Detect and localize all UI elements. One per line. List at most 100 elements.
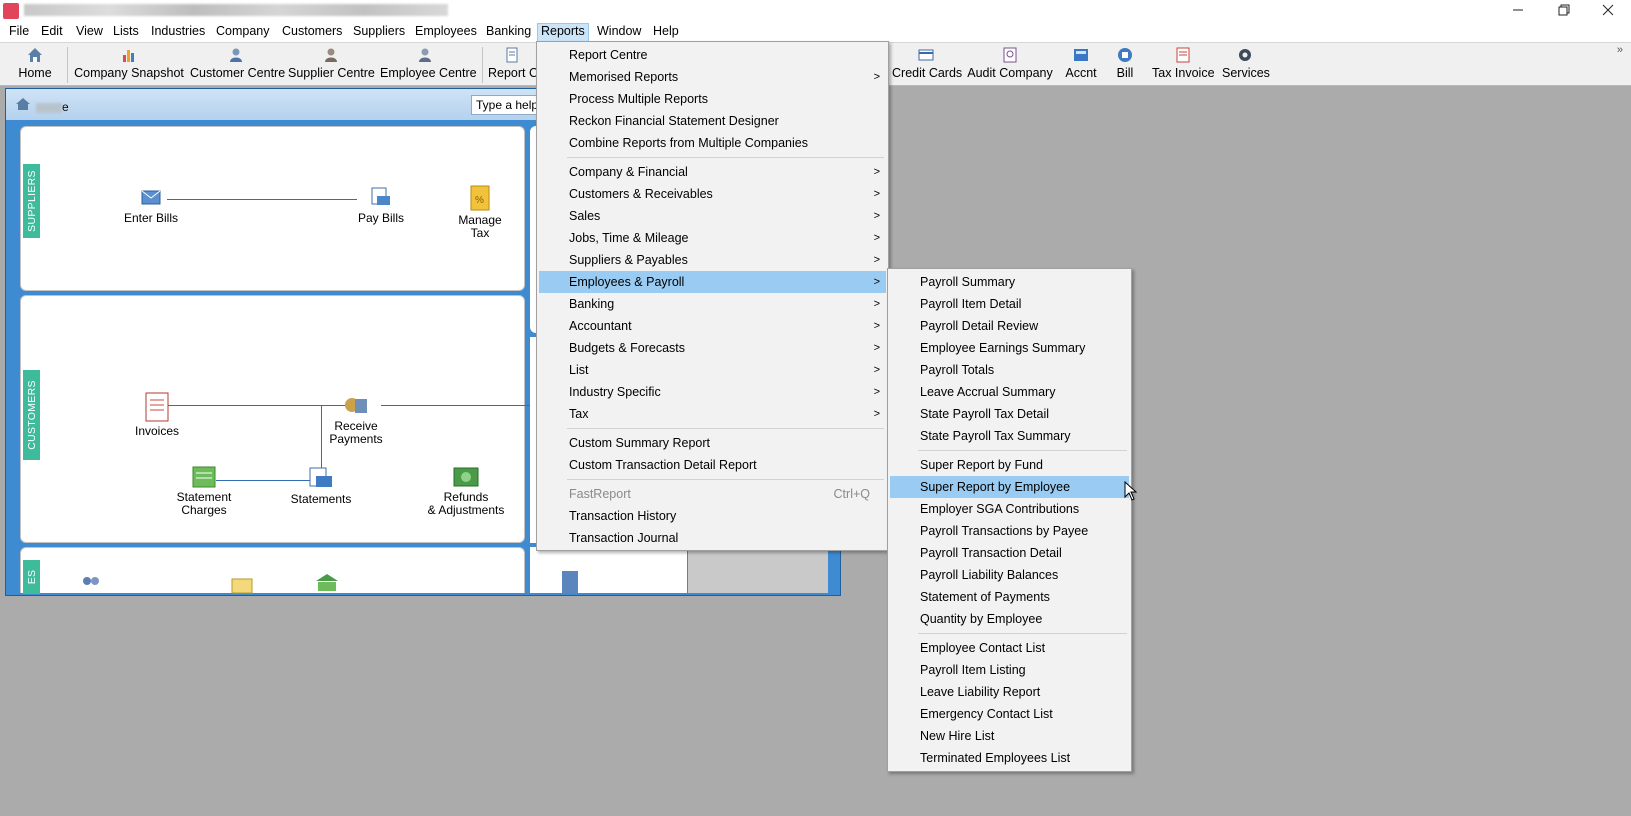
menu-suppliers[interactable]: Suppliers [350, 23, 408, 42]
submenu-item-super-report-by-employee[interactable]: Super Report by Employee [890, 476, 1129, 498]
manage-tax-node[interactable]: % Manage Tax [455, 185, 505, 240]
submenu-arrow-icon: > [873, 320, 880, 332]
menu-item-jobs-time-mileage[interactable]: Jobs, Time & Mileage > [539, 227, 886, 249]
menu-edit[interactable]: Edit [38, 23, 66, 42]
pay-bills-node[interactable]: Pay Bills [354, 185, 408, 225]
menu-employees[interactable]: Employees [412, 23, 480, 42]
timesheet-icon[interactable] [231, 576, 253, 594]
menu-item-tax[interactable]: Tax > [539, 403, 886, 425]
employee-icon[interactable] [79, 574, 103, 592]
menu-item-employees-payroll[interactable]: Employees & Payroll > [539, 271, 886, 293]
toolbar-audit-company-button[interactable]: Audit Company [966, 45, 1054, 85]
submenu-item-payroll-totals[interactable]: Payroll Totals [890, 359, 1129, 381]
invoices-node[interactable]: Invoices [127, 392, 187, 438]
submenu-item-payroll-transaction-detail[interactable]: Payroll Transaction Detail [890, 542, 1129, 564]
toolbar-supplier-centre-button[interactable]: Supplier Centre [288, 45, 375, 85]
menu-banking[interactable]: Banking [483, 23, 534, 42]
submenu-arrow-icon: > [873, 386, 880, 398]
toolbar-company-snapshot-button[interactable]: Company Snapshot [74, 45, 184, 85]
submenu-item-payroll-summary[interactable]: Payroll Summary [890, 271, 1129, 293]
submenu-item-payroll-detail-review[interactable]: Payroll Detail Review [890, 315, 1129, 337]
toolbar-report-centre-button[interactable]: Report C [488, 45, 538, 85]
menu-item-transaction-journal[interactable]: Transaction Journal [539, 527, 886, 549]
submenu-item-super-report-by-fund[interactable]: Super Report by Fund [890, 454, 1129, 476]
submenu-item-terminated-employees-list[interactable]: Terminated Employees List [890, 747, 1129, 769]
submenu-item-payroll-liability-balances[interactable]: Payroll Liability Balances [890, 564, 1129, 586]
manage-tax-icon: % [470, 185, 490, 211]
submenu-arrow-icon: > [873, 188, 880, 200]
toolbar-customer-centre-button[interactable]: Customer Centre [190, 45, 285, 85]
toolbar-home-button[interactable]: Home [14, 45, 56, 85]
submenu-item-employer-sga-contributions[interactable]: Employer SGA Contributions [890, 498, 1129, 520]
toolbar-services-button[interactable]: Services [1222, 45, 1270, 85]
credit-card-icon [918, 49, 934, 61]
menu-item-custom-summary-report[interactable]: Custom Summary Report [539, 432, 886, 454]
submenu-item-statement-of-payments[interactable]: Statement of Payments [890, 586, 1129, 608]
menu-window[interactable]: Window [594, 23, 644, 42]
menu-item-transaction-history[interactable]: Transaction History [539, 505, 886, 527]
toolbar-employee-centre-button[interactable]: Employee Centre [380, 45, 477, 85]
menu-lists[interactable]: Lists [110, 23, 142, 42]
menu-view[interactable]: View [73, 23, 106, 42]
menu-item-financial-statement-designer[interactable]: Reckon Financial Statement Designer [539, 110, 886, 132]
menu-item-process-multiple-reports[interactable]: Process Multiple Reports [539, 88, 886, 110]
toolbar-bill-button[interactable]: Bill [1110, 45, 1140, 85]
menu-item-industry-specific[interactable]: Industry Specific > [539, 381, 886, 403]
menu-item-suppliers-payables[interactable]: Suppliers & Payables > [539, 249, 886, 271]
menu-item-report-centre[interactable]: Report Centre [539, 44, 886, 66]
submenu-item-employee-earnings-summary[interactable]: Employee Earnings Summary [890, 337, 1129, 359]
home-window-title: e [36, 100, 69, 114]
toolbar-audit-company-label: Audit Company [967, 66, 1053, 80]
toolbar-separator [67, 47, 68, 83]
statements-node[interactable]: Statements [285, 466, 357, 506]
menu-customers[interactable]: Customers [279, 23, 345, 42]
menu-item-customers-receivables[interactable]: Customers & Receivables > [539, 183, 886, 205]
refunds-adjustments-node[interactable]: Refunds & Adjustments [424, 466, 508, 517]
suppliers-section-tab: SUPPLIERS [23, 164, 40, 238]
submenu-item-employee-contact-list[interactable]: Employee Contact List [890, 637, 1129, 659]
menu-bar: File Edit View Lists Industries Company … [0, 21, 1631, 42]
toolbar-tax-invoice-button[interactable]: Tax Invoice [1152, 45, 1215, 85]
restore-button[interactable] [1541, 0, 1587, 21]
close-button[interactable] [1585, 0, 1631, 21]
toolbar-accnt-label: Accnt [1065, 66, 1097, 80]
bank-icon[interactable] [315, 572, 339, 592]
minimize-button[interactable] [1495, 0, 1541, 21]
menu-separator [918, 633, 1127, 634]
submenu-item-payroll-item-listing[interactable]: Payroll Item Listing [890, 659, 1129, 681]
menu-item-company-financial[interactable]: Company & Financial > [539, 161, 886, 183]
menu-item-budgets-forecasts[interactable]: Budgets & Forecasts > [539, 337, 886, 359]
submenu-item-emergency-contact-list[interactable]: Emergency Contact List [890, 703, 1129, 725]
menu-item-custom-transaction-detail-report[interactable]: Custom Transaction Detail Report [539, 454, 886, 476]
menu-help[interactable]: Help [650, 23, 682, 42]
submenu-item-state-payroll-tax-detail[interactable]: State Payroll Tax Detail [890, 403, 1129, 425]
menu-item-sales[interactable]: Sales > [539, 205, 886, 227]
submenu-item-payroll-item-detail[interactable]: Payroll Item Detail [890, 293, 1129, 315]
menu-item-accountant[interactable]: Accountant > [539, 315, 886, 337]
submenu-item-state-payroll-tax-summary[interactable]: State Payroll Tax Summary [890, 425, 1129, 447]
menu-item-memorised-reports[interactable]: Memorised Reports > [539, 66, 886, 88]
printer-icon[interactable] [560, 569, 580, 593]
receive-payments-node[interactable]: Receive Payments [326, 393, 386, 446]
submenu-item-quantity-by-employee[interactable]: Quantity by Employee [890, 608, 1129, 630]
menu-company[interactable]: Company [213, 23, 273, 42]
menu-industries[interactable]: Industries [148, 23, 208, 42]
statement-charges-node[interactable]: Statement Charges [169, 466, 239, 517]
close-icon [1602, 4, 1614, 16]
submenu-arrow-icon: > [873, 408, 880, 420]
menu-reports[interactable]: Reports [537, 23, 589, 42]
help-search-input[interactable]: Type a help q [471, 95, 541, 115]
gear-icon [1239, 49, 1251, 61]
menu-item-banking[interactable]: Banking > [539, 293, 886, 315]
submenu-item-new-hire-list[interactable]: New Hire List [890, 725, 1129, 747]
menu-file[interactable]: File [6, 23, 32, 42]
submenu-item-leave-accrual-summary[interactable]: Leave Accrual Summary [890, 381, 1129, 403]
submenu-item-leave-liability-report[interactable]: Leave Liability Report [890, 681, 1129, 703]
menu-item-list[interactable]: List > [539, 359, 886, 381]
toolbar-credit-cards-button[interactable]: Credit Cards [892, 45, 962, 85]
toolbar-accnt-button[interactable]: Accnt [1062, 45, 1100, 85]
submenu-item-payroll-transactions-by-payee[interactable]: Payroll Transactions by Payee [890, 520, 1129, 542]
toolbar-overflow-chevron[interactable]: » [1617, 44, 1623, 56]
menu-item-combine-reports[interactable]: Combine Reports from Multiple Companies [539, 132, 886, 154]
enter-bills-node[interactable]: Enter Bills [121, 185, 181, 225]
